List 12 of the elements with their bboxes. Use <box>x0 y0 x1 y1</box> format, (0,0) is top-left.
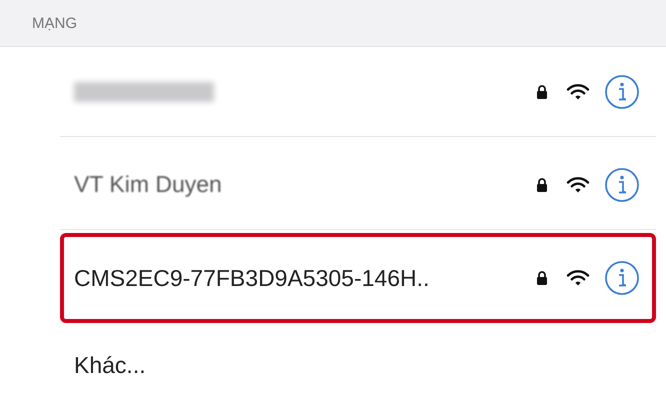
info-icon[interactable] <box>604 74 640 110</box>
wifi-icon <box>566 176 590 194</box>
wifi-icon <box>566 269 590 287</box>
network-name: CMS2EC9-77FB3D9A5305-146H.. <box>74 264 430 292</box>
other-network-link[interactable]: Khác... <box>74 352 146 379</box>
network-row[interactable]: VT Kim Duyen <box>60 140 656 230</box>
wifi-icon <box>566 82 590 100</box>
network-name: VT Kim Duyen <box>74 171 222 198</box>
info-icon[interactable] <box>604 166 640 202</box>
network-row[interactable]: CMS2EC9-77FB3D9A5305-146H.. <box>60 233 656 323</box>
section-header: MẠNG <box>32 14 77 32</box>
info-icon[interactable] <box>604 260 640 296</box>
